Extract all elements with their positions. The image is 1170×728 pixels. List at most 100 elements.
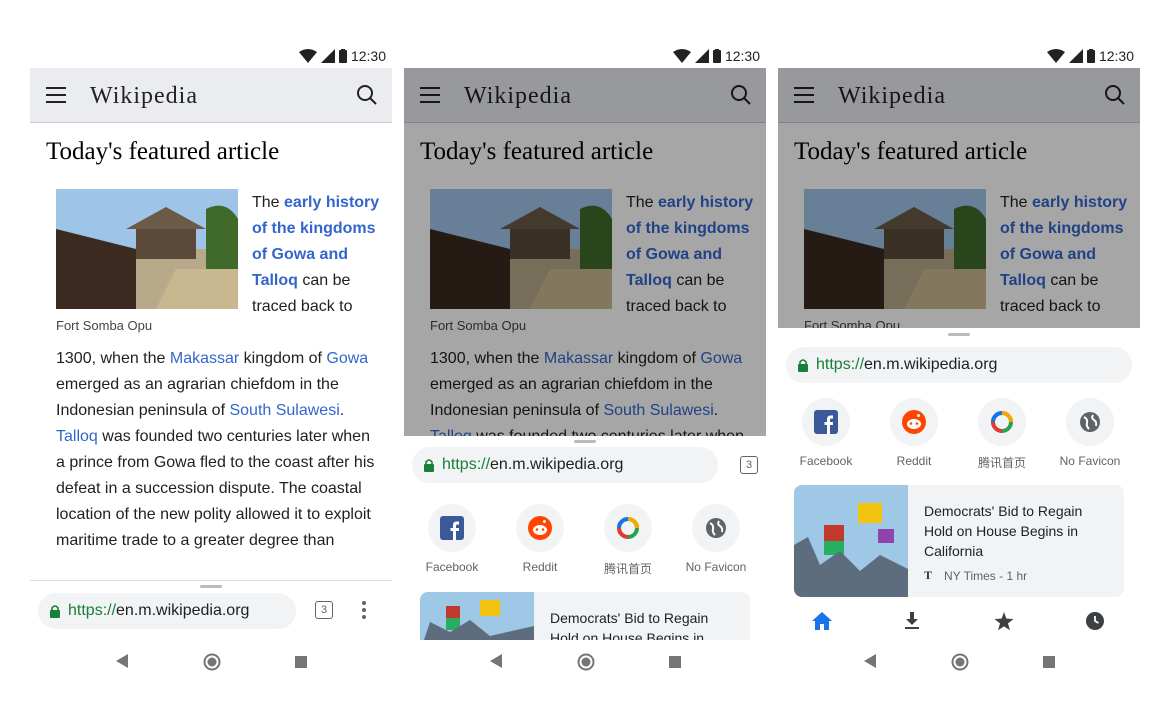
url-scheme: https:// bbox=[68, 602, 117, 619]
tencent-icon bbox=[617, 517, 639, 539]
article-title: Democrats' Bid to Regain Hold on House B… bbox=[924, 503, 1083, 559]
page-title: Today's featured article bbox=[46, 138, 280, 165]
lock-icon bbox=[424, 458, 434, 472]
home-button-icon[interactable] bbox=[951, 653, 969, 671]
hamburger-menu-icon[interactable] bbox=[46, 87, 66, 103]
svg-text:T: T bbox=[924, 569, 932, 580]
reddit-icon bbox=[528, 516, 552, 540]
talloq-link[interactable]: Talloq bbox=[56, 428, 98, 445]
drag-handle[interactable] bbox=[200, 585, 222, 588]
site-tile-facebook[interactable]: Facebook bbox=[412, 504, 492, 574]
system-nav-bar bbox=[404, 640, 766, 684]
drag-handle[interactable] bbox=[574, 440, 596, 443]
bottom-nav bbox=[778, 606, 1140, 640]
battery-icon bbox=[712, 49, 721, 63]
status-time: 12:30 bbox=[1098, 48, 1134, 64]
facebook-icon bbox=[814, 410, 838, 434]
scrim-overlay[interactable] bbox=[404, 68, 766, 436]
tab-switcher-button[interactable]: 3 bbox=[740, 456, 758, 474]
article-thumbnail bbox=[420, 592, 534, 640]
site-tile-tencent[interactable]: 腾讯首页 bbox=[962, 398, 1042, 471]
site-label: 腾讯首页 bbox=[603, 562, 652, 576]
url-host: en.m.wikipedia.org bbox=[864, 356, 998, 373]
article-image[interactable] bbox=[56, 189, 238, 309]
system-nav-bar bbox=[778, 640, 1140, 684]
tab-switcher-button[interactable]: 3 bbox=[315, 601, 333, 619]
status-bar: 12:30 bbox=[672, 46, 760, 66]
wifi-icon bbox=[672, 49, 691, 63]
site-label: Reddit bbox=[522, 560, 558, 574]
image-caption: Fort Somba Opu bbox=[56, 318, 153, 333]
article-intro: The early history of the kingdoms of Gow… bbox=[252, 190, 392, 320]
browser-screen: Wikipedia Today's featured article Fort … bbox=[30, 68, 392, 640]
recents-icon[interactable] bbox=[1043, 656, 1055, 668]
back-icon[interactable] bbox=[116, 654, 128, 668]
overflow-menu-icon[interactable] bbox=[362, 601, 366, 622]
site-label: Facebook bbox=[799, 454, 853, 468]
wiki-header: Wikipedia bbox=[30, 68, 392, 123]
url-scheme: https:// bbox=[442, 456, 491, 473]
gowa-link[interactable]: Gowa bbox=[326, 350, 368, 367]
south-sulawesi-link[interactable]: South Sulawesi bbox=[229, 402, 339, 419]
status-bar: 12:30 bbox=[1046, 46, 1134, 66]
battery-icon bbox=[338, 49, 347, 63]
signal-icon bbox=[694, 49, 709, 63]
facebook-icon bbox=[440, 516, 464, 540]
body-text: was founded two centuries later when a p… bbox=[56, 428, 375, 549]
bottom-sheet: https://en.m.wikipedia.org 3 Facebook Re… bbox=[404, 436, 766, 640]
article-card[interactable]: Democrats' Bid to Regain Hold on House B… bbox=[794, 485, 1124, 597]
site-tile-facebook[interactable]: Facebook bbox=[786, 398, 866, 468]
site-tile-reddit[interactable]: Reddit bbox=[500, 504, 580, 574]
url-host: en.m.wikipedia.org bbox=[116, 602, 250, 619]
recents-icon[interactable] bbox=[669, 656, 681, 668]
recents-icon[interactable] bbox=[295, 656, 307, 668]
url-bar[interactable]: https://en.m.wikipedia.org bbox=[412, 447, 718, 483]
url-bar[interactable]: https://en.m.wikipedia.org bbox=[786, 347, 1132, 383]
article-source: NY Times - 1 hr bbox=[944, 569, 1028, 583]
status-time: 12:30 bbox=[724, 48, 760, 64]
back-icon[interactable] bbox=[864, 654, 876, 668]
makassar-link[interactable]: Makassar bbox=[170, 350, 239, 367]
site-label: Facebook bbox=[425, 560, 479, 574]
nyt-icon: T bbox=[924, 569, 932, 580]
article-title: Democrats' Bid to Regain Hold on House B… bbox=[550, 610, 709, 640]
article-body: 1300, when the Makassar kingdom of Gowa … bbox=[56, 346, 376, 554]
reddit-icon bbox=[902, 410, 926, 434]
site-tile-no-favicon[interactable]: No Favicon bbox=[676, 504, 756, 574]
article-card[interactable]: Democrats' Bid to Regain Hold on House B… bbox=[420, 592, 750, 640]
star-icon[interactable] bbox=[994, 612, 1014, 631]
drag-handle[interactable] bbox=[948, 333, 970, 336]
site-label: Reddit bbox=[896, 454, 932, 468]
site-tile-tencent[interactable]: 腾讯首页 bbox=[588, 504, 668, 577]
phone-3: 12:30 Wikipedia Today's featured article… bbox=[778, 0, 1140, 728]
signal-icon bbox=[320, 49, 335, 63]
history-icon[interactable] bbox=[1086, 612, 1104, 630]
body-text: kingdom of bbox=[239, 350, 327, 367]
body-text: . bbox=[339, 402, 345, 419]
browser-screen: Wikipedia Today's featured article Fort … bbox=[778, 68, 1140, 640]
site-label: 腾讯首页 bbox=[977, 456, 1026, 470]
site-label: No Favicon bbox=[685, 560, 747, 574]
url-scheme: https:// bbox=[816, 356, 865, 373]
wifi-icon bbox=[298, 49, 317, 63]
home-icon[interactable] bbox=[812, 612, 832, 630]
bottom-toolbar: https://en.m.wikipedia.org 3 bbox=[30, 580, 392, 640]
battery-icon bbox=[1086, 49, 1095, 63]
back-icon[interactable] bbox=[490, 654, 502, 668]
site-tile-reddit[interactable]: Reddit bbox=[874, 398, 954, 468]
home-button-icon[interactable] bbox=[577, 653, 595, 671]
url-bar[interactable]: https://en.m.wikipedia.org bbox=[38, 593, 296, 629]
download-icon[interactable] bbox=[904, 612, 920, 630]
globe-icon bbox=[1080, 412, 1100, 432]
system-nav-bar bbox=[30, 640, 392, 684]
intro-text: The bbox=[252, 194, 285, 211]
wikipedia-logo[interactable]: Wikipedia bbox=[90, 83, 198, 110]
signal-icon bbox=[1068, 49, 1083, 63]
phone-2: 12:30 Wikipedia Today's featured article… bbox=[404, 0, 766, 728]
site-tile-no-favicon[interactable]: No Favicon bbox=[1050, 398, 1130, 468]
wifi-icon bbox=[1046, 49, 1065, 63]
home-button-icon[interactable] bbox=[203, 653, 221, 671]
article-thumbnail bbox=[794, 485, 908, 597]
scrim-overlay[interactable] bbox=[778, 68, 1140, 328]
search-icon[interactable] bbox=[356, 84, 378, 106]
